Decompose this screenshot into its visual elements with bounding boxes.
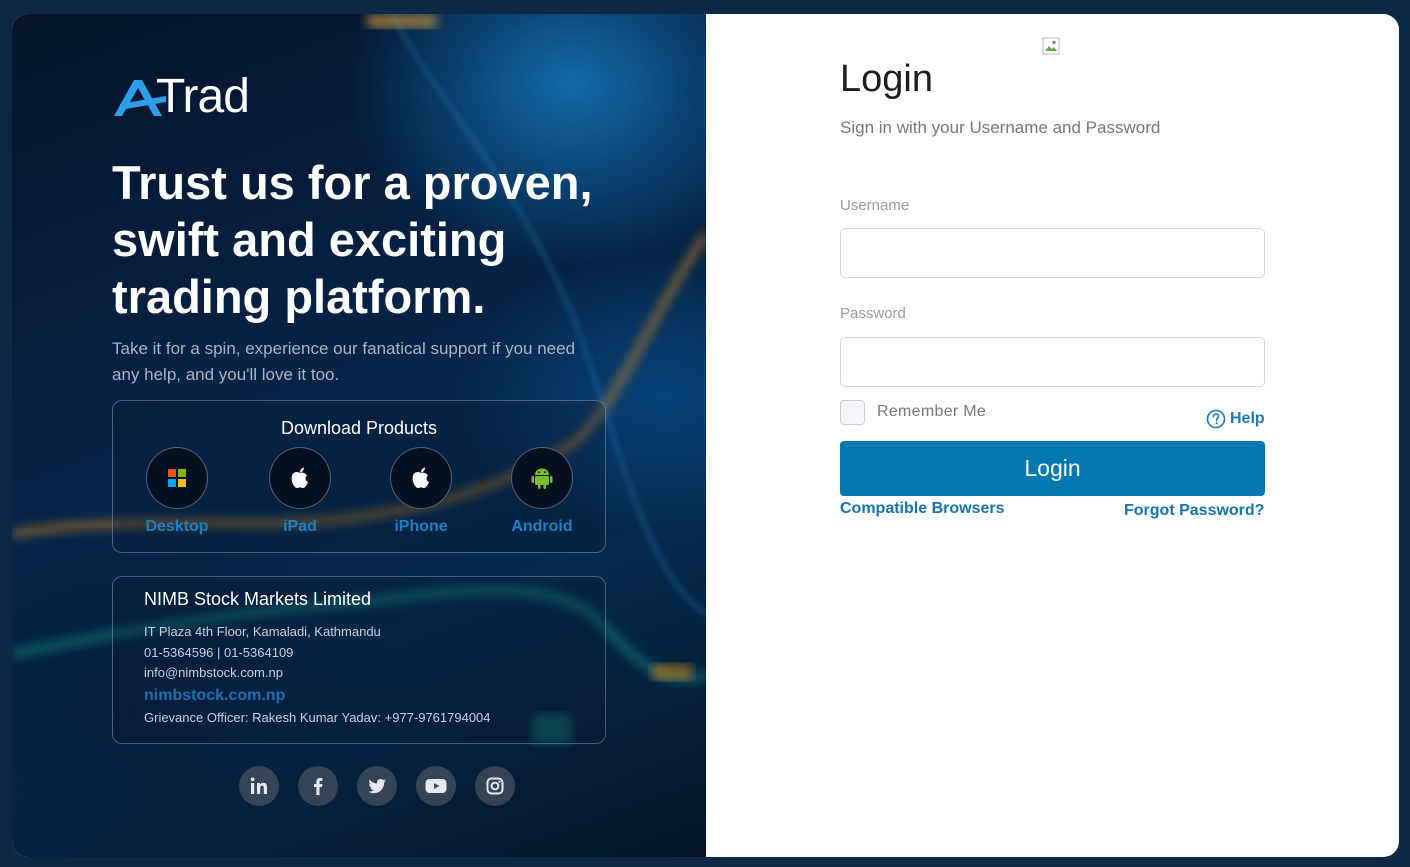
- username-label: Username: [840, 197, 910, 214]
- help-link[interactable]: Help: [1206, 409, 1265, 429]
- logo-text: Trad: [156, 70, 250, 123]
- company-address: IT Plaza 4th Floor, Kamaladi, Kathmandu: [144, 624, 381, 639]
- download-products-card: Download Products Desktop iPad iPhone An…: [112, 400, 606, 553]
- instagram-icon: [486, 777, 504, 795]
- login-title: Login: [840, 58, 933, 100]
- password-input[interactable]: [840, 337, 1265, 387]
- company-email[interactable]: info@nimbstock.com.np: [144, 665, 283, 680]
- download-title: Download Products: [280, 418, 438, 438]
- hero-subtext: Take it for a spin, experience our fanat…: [112, 339, 576, 384]
- facebook-link[interactable]: [298, 766, 338, 806]
- facebook-icon: [314, 778, 323, 795]
- password-label: Password: [840, 305, 906, 322]
- product-label: iPad: [283, 518, 317, 535]
- broken-image-icon: [1042, 37, 1060, 55]
- app-frame: Trad Trust us for a proven, swift and ex…: [12, 14, 1399, 857]
- download-products-list: Desktop iPad iPhone Android: [113, 447, 605, 547]
- forgot-password-link[interactable]: Forgot Password?: [1124, 502, 1264, 520]
- remember-me-checkbox[interactable]: [840, 400, 865, 425]
- social-links: [239, 766, 515, 806]
- remember-me-label[interactable]: Remember Me: [877, 403, 986, 421]
- product-label: iPhone: [394, 518, 448, 535]
- apple-icon: [412, 467, 429, 488]
- download-iphone[interactable]: iPhone: [371, 447, 471, 536]
- hero-headline: Trust us for a proven, swift and excitin…: [112, 156, 593, 323]
- instagram-link[interactable]: [475, 766, 515, 806]
- grievance-officer: Grievance Officer: Rakesh Kumar Yadav: +…: [144, 710, 491, 725]
- apple-icon: [291, 467, 308, 488]
- company-website-link[interactable]: nimbstock.com.np: [144, 687, 285, 705]
- product-label: Desktop: [145, 518, 209, 535]
- linkedin-link[interactable]: [239, 766, 279, 806]
- product-label: Android: [511, 518, 573, 535]
- android-icon: [531, 468, 553, 489]
- login-subtitle: Sign in with your Username and Password: [840, 118, 1161, 137]
- marketing-panel: Trad Trust us for a proven, swift and ex…: [12, 14, 706, 857]
- company-phone: 01-5364596 | 01-5364109: [144, 645, 294, 660]
- twitter-icon: [368, 779, 386, 794]
- windows-icon: [168, 469, 186, 487]
- help-circle-icon: [1206, 409, 1226, 429]
- compatible-browsers-link[interactable]: Compatible Browsers: [840, 500, 1004, 518]
- linkedin-icon: [250, 777, 267, 794]
- twitter-link[interactable]: [357, 766, 397, 806]
- download-android[interactable]: Android: [492, 447, 592, 536]
- download-ipad[interactable]: iPad: [250, 447, 350, 536]
- help-label: Help: [1230, 410, 1265, 427]
- atrad-logo: Trad: [112, 72, 262, 122]
- youtube-link[interactable]: [416, 766, 456, 806]
- youtube-icon: [425, 779, 447, 793]
- username-input[interactable]: [840, 228, 1265, 278]
- contact-card: NIMB Stock Markets Limited IT Plaza 4th …: [112, 576, 606, 744]
- login-panel: Login Sign in with your Username and Pas…: [706, 14, 1399, 857]
- company-name: NIMB Stock Markets Limited: [144, 589, 372, 609]
- login-button[interactable]: Login: [840, 441, 1265, 496]
- download-desktop[interactable]: Desktop: [127, 447, 227, 536]
